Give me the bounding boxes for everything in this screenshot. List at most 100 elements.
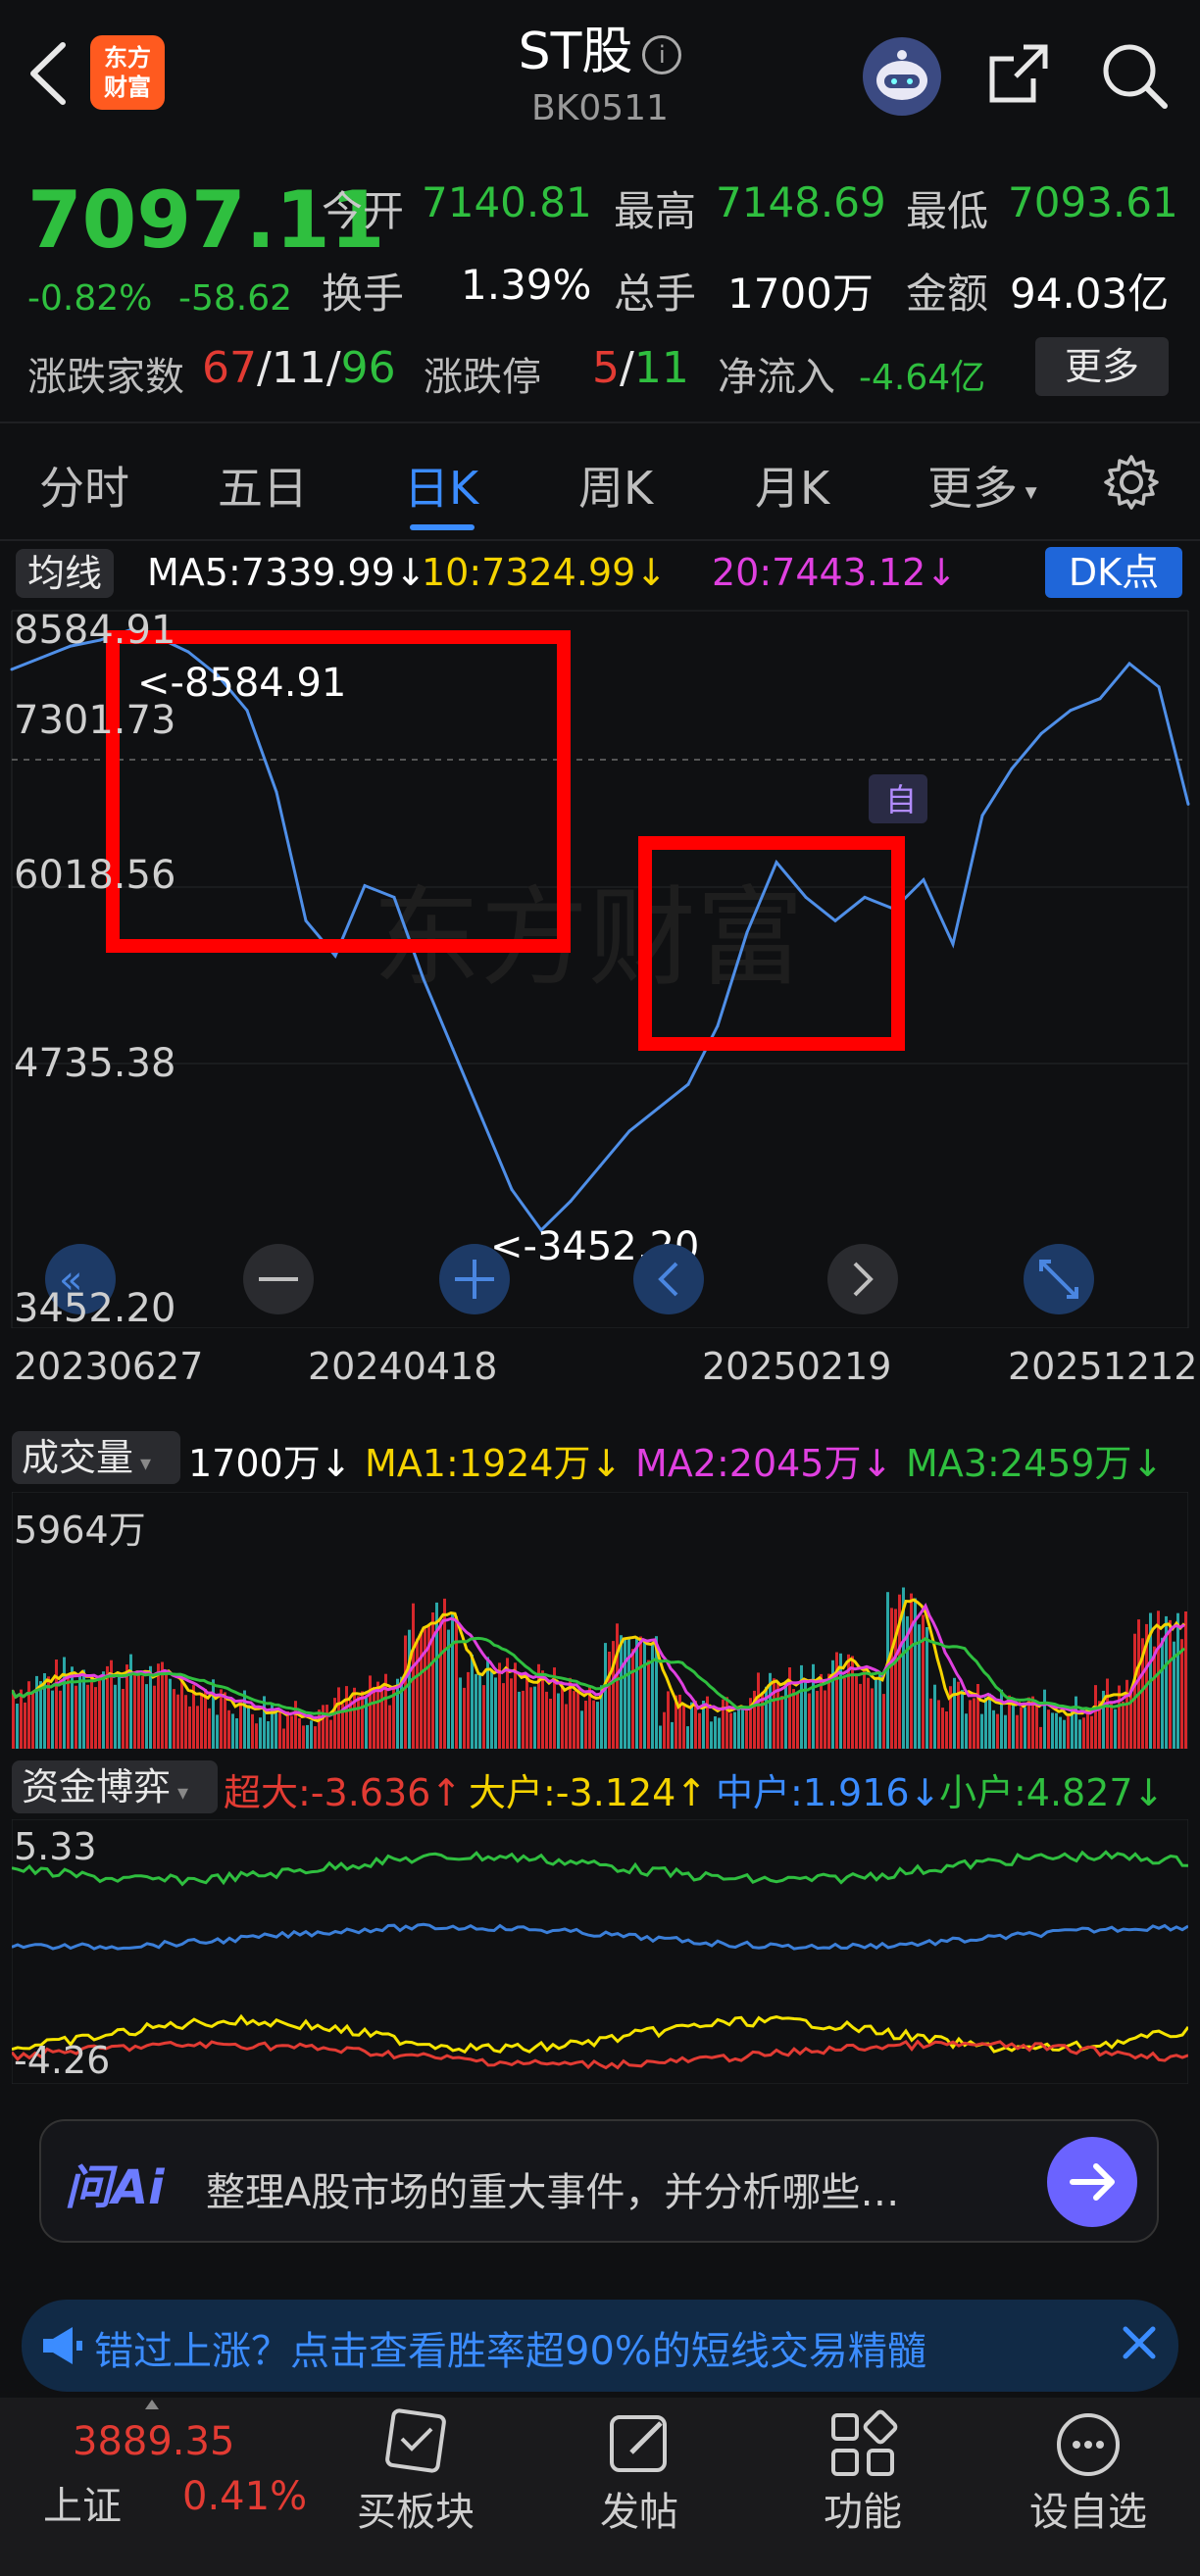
price-point <box>627 1129 631 1133</box>
volume-bar <box>259 1717 262 1749</box>
close-icon[interactable] <box>1110 2313 1169 2372</box>
share-icon[interactable] <box>984 39 1053 108</box>
tab-week-k[interactable]: 周K <box>578 453 653 518</box>
volume-bar <box>251 1713 254 1749</box>
scroll-right-button[interactable] <box>827 1244 898 1314</box>
price-point <box>480 1117 484 1121</box>
volume-bar <box>773 1678 775 1749</box>
volume-bar <box>961 1690 964 1749</box>
volume-bar <box>604 1643 607 1749</box>
volume-bar <box>882 1694 885 1749</box>
volume-bar <box>1094 1685 1097 1749</box>
sh-index-value[interactable]: 3889.35 <box>73 2419 234 2464</box>
price-point <box>363 884 367 887</box>
volume-bar <box>231 1713 234 1749</box>
volume-bar <box>51 1690 54 1749</box>
volume-bar <box>153 1685 156 1749</box>
info-icon[interactable]: i <box>642 35 682 74</box>
volume-bar <box>59 1690 62 1749</box>
volume-bar <box>631 1649 634 1749</box>
volume-bar <box>286 1710 289 1749</box>
ai-ask-bar[interactable]: 问Ai 整理A股市场的重大事件，并分析哪些… <box>39 2119 1159 2243</box>
tab-more[interactable]: 更多 ▾ <box>927 453 1037 518</box>
volume-bar <box>1063 1719 1066 1749</box>
function-grid-icon[interactable] <box>824 2405 902 2484</box>
scroll-left-button[interactable] <box>633 1244 704 1314</box>
volume-bar <box>969 1700 972 1749</box>
fund-selector-chip[interactable]: 资金博弈 ▾ <box>12 1760 218 1813</box>
volume-bar <box>24 1702 26 1749</box>
price-point <box>657 1106 661 1110</box>
price-point <box>775 861 778 865</box>
y-axis-label: 7301.73 <box>14 698 176 743</box>
volume-bar <box>318 1709 321 1749</box>
volume-bar <box>1059 1716 1062 1749</box>
tab-day-k[interactable]: 日K <box>404 453 478 518</box>
buy-sector-icon[interactable] <box>376 2405 455 2484</box>
ai-send-button[interactable] <box>1047 2137 1137 2227</box>
open-label: 今开 <box>322 187 405 235</box>
price-point <box>804 895 808 899</box>
y-axis-label: 4735.38 <box>14 1041 176 1086</box>
volume-bar <box>314 1726 317 1749</box>
volume-bar <box>580 1710 583 1749</box>
nav-buy-sector[interactable]: 买板块 <box>318 2480 514 2537</box>
volume-bar <box>137 1675 140 1749</box>
volume-bar <box>780 1696 783 1749</box>
search-icon[interactable] <box>1098 39 1169 110</box>
tab-month-k[interactable]: 月K <box>755 453 829 518</box>
volume-bar <box>647 1660 650 1749</box>
volume-bar <box>208 1708 211 1749</box>
price-point <box>922 878 925 882</box>
volume-bar <box>235 1718 238 1749</box>
settings-gear-icon[interactable] <box>1102 453 1161 512</box>
volume-bar <box>63 1657 66 1749</box>
volume-selector-chip[interactable]: 成交量 ▾ <box>12 1431 180 1484</box>
edit-post-icon[interactable] <box>600 2405 678 2484</box>
inflow-value: -4.64亿 <box>859 358 986 398</box>
volume-bar <box>455 1615 458 1749</box>
ma-selector-chip[interactable]: 均线 <box>16 549 114 598</box>
price-point <box>951 942 955 946</box>
volume-bar <box>973 1698 975 1749</box>
volume-bar <box>451 1613 454 1749</box>
volume-bar <box>1161 1637 1164 1749</box>
more-dots-icon[interactable] <box>1049 2405 1127 2484</box>
promo-banner[interactable]: 错过上涨？点击查看胜率超90%的短线交易精髓 <box>22 2300 1178 2392</box>
volume-bar <box>1125 1679 1128 1749</box>
tab-five-day[interactable]: 五日 <box>218 453 308 518</box>
volume-bar <box>533 1686 536 1749</box>
volume-bar <box>1004 1714 1007 1749</box>
price-chart[interactable]: 东方财富 <-8584.91 <-3452.20 自 « <box>0 603 1200 1328</box>
volume-bar <box>1157 1610 1160 1749</box>
top-bar: 东方 财富 ST股 i BK0511 <box>0 0 1200 147</box>
divider <box>0 539 1200 541</box>
volume-bar <box>345 1686 348 1749</box>
volume-bar <box>714 1716 717 1749</box>
tab-intraday[interactable]: 分时 <box>39 453 129 518</box>
nav-function[interactable]: 功能 <box>765 2480 961 2537</box>
assistant-robot-icon[interactable] <box>863 37 941 116</box>
volume-bar <box>1012 1698 1015 1749</box>
volume-bar <box>173 1689 175 1749</box>
sh-index-name[interactable]: 上证 <box>43 2474 122 2531</box>
volume-value: 1700万 <box>727 270 874 318</box>
volume-bar <box>596 1702 599 1749</box>
volume-bar <box>408 1629 411 1749</box>
nav-post[interactable]: 发帖 <box>541 2480 737 2537</box>
sh-index-pct[interactable]: 0.41% <box>182 2474 307 2519</box>
volume-bar <box>482 1685 485 1749</box>
volume-ma1: MA1:1924万↓ <box>365 1442 623 1485</box>
volume-bar <box>220 1689 223 1749</box>
volume-bar <box>965 1713 968 1749</box>
volume-bar <box>529 1687 532 1749</box>
fund-small-line <box>12 1850 1188 1887</box>
dropdown-caret-icon: ▾ <box>133 1452 152 1476</box>
volume-bar <box>498 1662 501 1749</box>
dk-point-button[interactable]: DK点 <box>1045 547 1182 598</box>
nav-add-watchlist[interactable]: 设自选 <box>990 2480 1186 2537</box>
volume-bar <box>165 1669 168 1749</box>
low-value: 7093.61 <box>1008 178 1178 226</box>
more-button[interactable]: 更多 <box>1035 337 1169 396</box>
volume-bar <box>1137 1619 1140 1749</box>
